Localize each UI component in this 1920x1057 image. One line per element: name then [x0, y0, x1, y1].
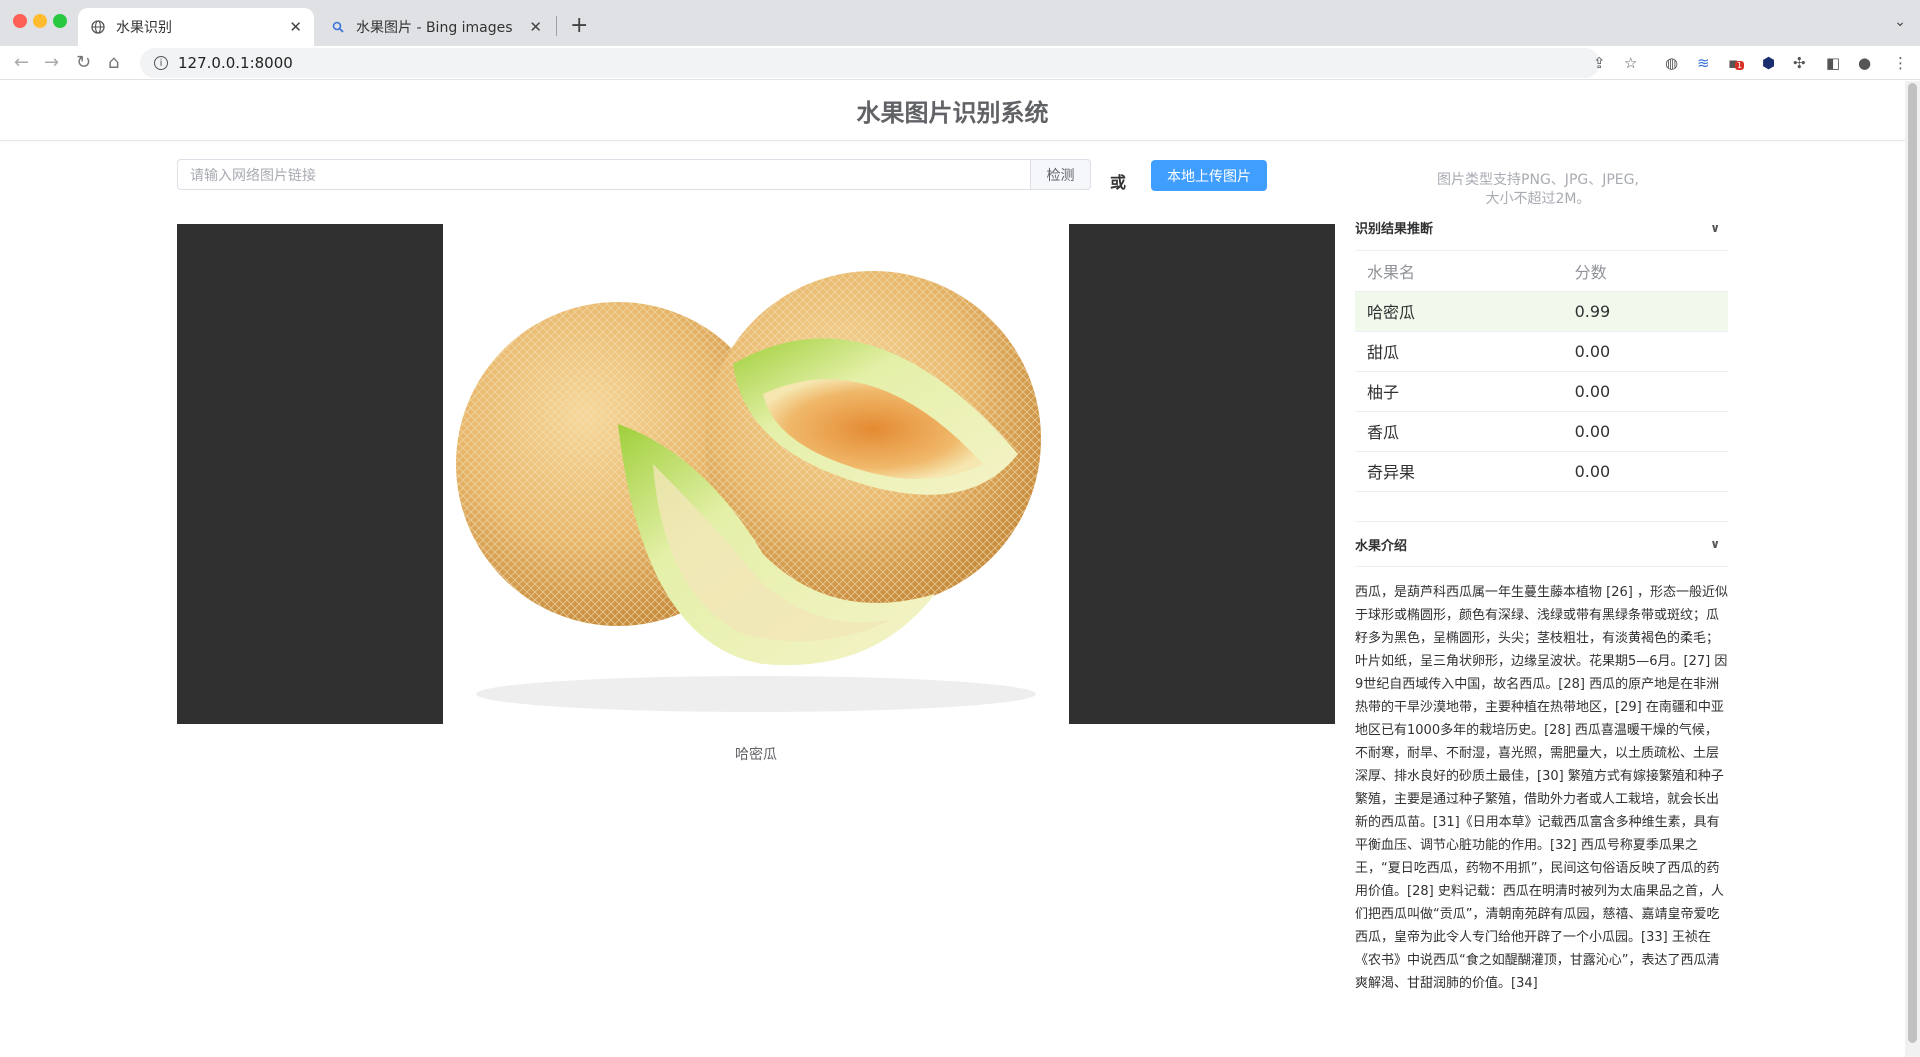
browser-menu-icon[interactable]: ⋮	[1893, 54, 1908, 72]
melon-photo	[443, 224, 1069, 724]
fruit-name-cell: 柚子	[1355, 371, 1563, 412]
image-preview	[177, 224, 1335, 724]
home-icon[interactable]: ⌂	[108, 52, 119, 73]
image-url-input[interactable]: 请输入网络图片链接	[177, 159, 1031, 190]
image-caption: 哈密瓜	[735, 747, 777, 763]
extensions-puzzle-icon[interactable]: ✣	[1793, 54, 1806, 72]
score-cell: 0.00	[1562, 371, 1728, 412]
upload-local-image-button[interactable]: 本地上传图片	[1151, 160, 1267, 191]
close-tab-icon[interactable]: ✕	[289, 18, 302, 36]
address-url: 127.0.0.1:8000	[178, 54, 293, 72]
reload-icon[interactable]: ↻	[76, 52, 91, 73]
tab-divider	[556, 16, 557, 36]
results-table: 水果名 分数 哈密瓜 0.99 甜瓜 0.00 柚子 0.00 香瓜 0.00 …	[1355, 251, 1728, 492]
notification-badge: 1	[1735, 61, 1745, 70]
minimize-window-button[interactable]	[33, 14, 47, 28]
page-scrollbar[interactable]	[1905, 81, 1920, 1057]
globe-icon	[90, 19, 106, 35]
side-panel-icon[interactable]: ◧	[1826, 54, 1840, 72]
back-arrow-icon[interactable]: ←	[14, 52, 29, 73]
results-title: 识别结果推断	[1355, 222, 1434, 237]
fruit-name-cell: 香瓜	[1355, 411, 1563, 452]
tab-search-chevron-icon[interactable]: ⌄	[1894, 14, 1906, 30]
scrollbar-thumb[interactable]	[1908, 83, 1917, 1043]
bing-search-icon	[330, 19, 346, 35]
results-panel: 识别结果推断 ∨ 水果名 分数 哈密瓜 0.99 甜瓜 0.00 柚子 0.00…	[1355, 205, 1728, 492]
page-viewport: 水果图片识别系统 请输入网络图片链接 检测 或 本地上传图片 图片类型支持PNG…	[0, 81, 1905, 1057]
new-tab-button[interactable]: +	[570, 13, 588, 38]
close-window-button[interactable]	[13, 14, 27, 28]
score-cell: 0.00	[1562, 451, 1728, 492]
introduction-panel: 水果介绍 ∨ 西瓜，是葫芦科西瓜属一年生蔓生藤本植物 [26] ，形态一般近似于…	[1355, 521, 1728, 995]
fruit-name-cell: 甜瓜	[1355, 331, 1563, 372]
extension-hexagon-icon[interactable]: ⬢	[1762, 54, 1775, 72]
results-collapse-header[interactable]: 识别结果推断 ∨	[1355, 205, 1728, 251]
detect-button[interactable]: 检测	[1031, 159, 1091, 190]
extension-layers-icon[interactable]: ≋	[1697, 54, 1710, 72]
table-row: 哈密瓜 0.99	[1355, 291, 1728, 332]
score-cell: 0.99	[1562, 291, 1728, 332]
bookmark-star-icon[interactable]: ☆	[1624, 54, 1637, 72]
page-header: 水果图片识别系统	[0, 81, 1905, 141]
or-label: 或	[1110, 173, 1127, 192]
introduction-collapse-header[interactable]: 水果介绍 ∨	[1355, 521, 1728, 567]
upload-hint-line: 图片类型支持PNG、JPG、JPEG,	[1437, 172, 1639, 188]
table-row: 柚子 0.00	[1355, 371, 1728, 412]
site-info-icon[interactable]: i	[154, 56, 168, 70]
browser-tab-bar: 水果识别 ✕ 水果图片 - Bing images ✕ + ⌄	[0, 0, 1920, 46]
column-header-score: 分数	[1562, 251, 1728, 292]
table-row: 甜瓜 0.00	[1355, 331, 1728, 372]
tab-title: 水果图片 - Bing images	[356, 20, 513, 36]
extension-notifications-icon[interactable]: ▪ 1	[1728, 54, 1745, 72]
close-tab-icon[interactable]: ✕	[529, 18, 542, 36]
table-row: 奇异果 0.00	[1355, 451, 1728, 492]
browser-toolbar: ← → ↻ ⌂ i 127.0.0.1:8000 ⇪ ☆ ◍ ≋ ▪ 1 ⬢ ✣ …	[0, 46, 1920, 80]
share-icon[interactable]: ⇪	[1593, 54, 1606, 72]
column-header-name: 水果名	[1355, 251, 1563, 292]
fruit-name-cell: 奇异果	[1355, 451, 1563, 492]
forward-arrow-icon[interactable]: →	[44, 52, 59, 73]
tab-fruit-recognition[interactable]: 水果识别 ✕	[78, 8, 314, 46]
tab-title: 水果识别	[116, 20, 172, 36]
score-cell: 0.00	[1562, 331, 1728, 372]
chevron-down-icon: ∨	[1710, 537, 1720, 551]
fruit-name-cell: 哈密瓜	[1355, 291, 1563, 332]
tab-bing-images[interactable]: 水果图片 - Bing images ✕	[318, 8, 554, 46]
introduction-text: 西瓜，是葫芦科西瓜属一年生蔓生藤本植物 [26] ，形态一般近似于球形或椭圆形，…	[1355, 585, 1728, 991]
table-header-row: 水果名 分数	[1355, 251, 1728, 292]
maximize-window-button[interactable]	[53, 14, 67, 28]
chevron-down-icon: ∨	[1710, 220, 1720, 235]
profile-avatar-icon[interactable]: ●	[1858, 54, 1871, 72]
score-cell: 0.00	[1562, 411, 1728, 452]
extension-cookie-icon[interactable]: ◍	[1665, 54, 1678, 72]
table-row: 香瓜 0.00	[1355, 411, 1728, 452]
introduction-title: 水果介绍	[1355, 538, 1408, 554]
page-title: 水果图片识别系统	[856, 99, 1049, 127]
address-bar[interactable]: i 127.0.0.1:8000	[140, 48, 1600, 78]
upload-hint: 图片类型支持PNG、JPG、JPEG, 大小不超过2M。	[1400, 171, 1676, 209]
